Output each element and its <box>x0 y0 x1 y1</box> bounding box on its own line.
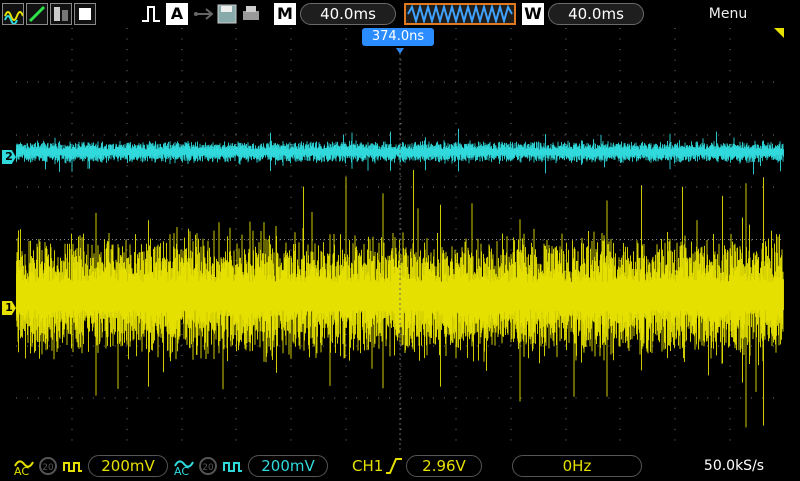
trigger-source[interactable]: CH1 <box>352 455 384 477</box>
trigger-position-label[interactable]: 374.0ns <box>362 28 434 46</box>
top-bar: A M 40.0ms W 40.0ms Menu <box>0 0 800 28</box>
trigger-slope-icon <box>384 455 404 477</box>
ch2-bandwidth-icon: 20 <box>198 455 218 477</box>
usb-icon <box>192 3 214 25</box>
waveform-icon[interactable] <box>2 3 24 25</box>
ramp-icon[interactable] <box>26 3 48 25</box>
window-display[interactable]: 40.0ms <box>548 3 644 25</box>
ch1-scale[interactable]: 200mV <box>88 455 168 477</box>
ch1-bandwidth-icon: 20 <box>38 455 58 477</box>
ch1-position-marker[interactable]: 1 <box>2 301 16 315</box>
mode-badge[interactable]: M <box>274 3 296 25</box>
ch2-coupling: AC <box>174 465 190 478</box>
bottom-bar: AC 20 200mV AC 20 200mV CH1 2.96V 0Hz 50… <box>0 452 800 480</box>
trigger-level[interactable]: 2.96V <box>406 455 482 477</box>
run-stop-icon[interactable] <box>74 3 96 25</box>
window-badge[interactable]: W <box>522 3 544 25</box>
ch1-coupling: AC <box>14 465 30 478</box>
svg-text:20: 20 <box>42 463 54 473</box>
timebase-display[interactable]: 40.0ms <box>300 3 396 25</box>
trigger-edge-icon[interactable] <box>140 3 164 25</box>
ch1-invert-icon <box>62 455 84 477</box>
save-icon[interactable] <box>216 3 238 25</box>
ch2-coupling-icon: AC <box>174 455 194 478</box>
print-icon[interactable] <box>240 3 262 25</box>
menu-button[interactable]: Menu <box>700 6 756 22</box>
sample-rate: 50.0kS/s <box>703 458 765 474</box>
scope-screen: 374.0ns <box>16 28 784 450</box>
memory-waveform-icon[interactable] <box>404 3 516 25</box>
waveform-display <box>16 28 784 450</box>
ch2-invert-icon <box>222 455 244 477</box>
acquire-badge[interactable]: A <box>166 3 188 25</box>
cursor-icon[interactable] <box>50 3 72 25</box>
ch2-scale[interactable]: 200mV <box>248 455 328 477</box>
svg-text:20: 20 <box>202 463 214 473</box>
ch1-coupling-icon: AC <box>14 455 34 478</box>
ch2-position-marker[interactable]: 2 <box>2 150 16 164</box>
frequency-counter: 0Hz <box>512 455 642 477</box>
